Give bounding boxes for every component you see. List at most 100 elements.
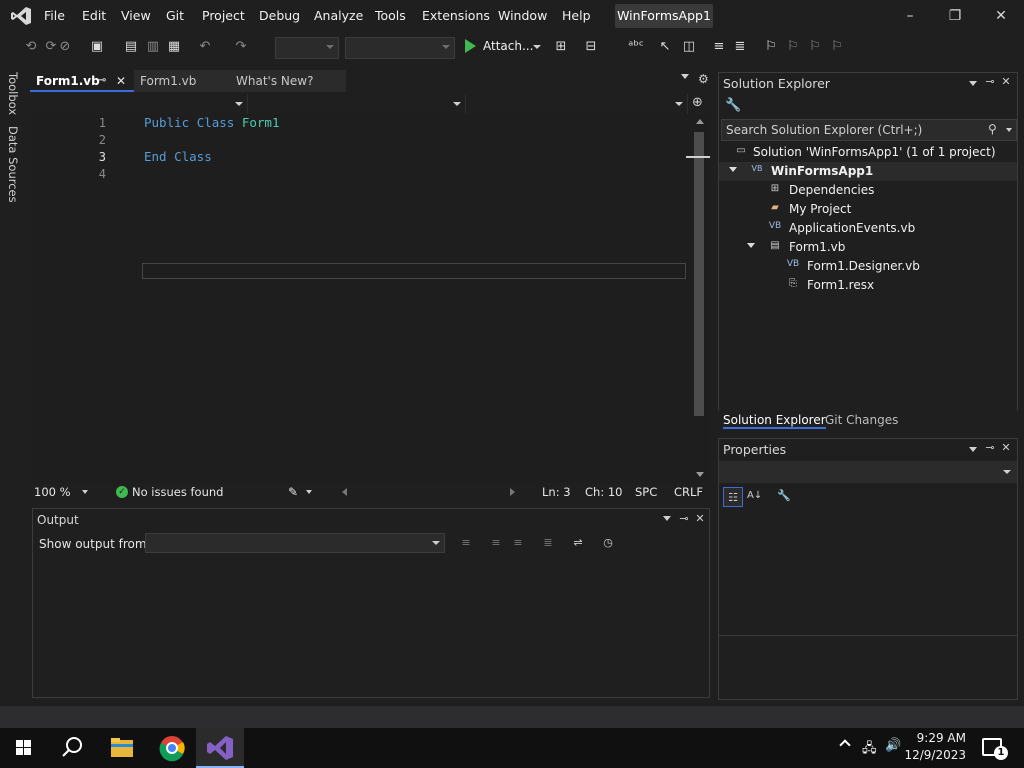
undo-icon[interactable]: ↶ [196, 38, 214, 56]
chevron-down-icon[interactable] [432, 541, 440, 545]
taskbar-visual-studio[interactable] [196, 728, 244, 768]
chevron-down-icon[interactable] [533, 45, 541, 49]
tab-solution-explorer[interactable]: Solution Explorer [723, 413, 826, 429]
start-button[interactable] [0, 728, 48, 768]
find-message-icon[interactable]: ≡ [459, 536, 473, 550]
close-tab-icon[interactable]: ✕ [116, 70, 126, 92]
close-panel-icon[interactable]: ✕ [693, 512, 707, 526]
toolbox-tab[interactable]: Toolbox [6, 72, 20, 115]
prev-message-icon[interactable]: ≡ [489, 536, 503, 550]
layout-icon[interactable]: ⊟ [582, 38, 600, 56]
tree-item-form1[interactable]: ▤ Form1.vb [719, 238, 1017, 257]
visual-studio-logo-icon[interactable] [10, 6, 32, 26]
zoom-level[interactable]: 100 % [34, 485, 71, 499]
stop-icon[interactable]: ⊘ [56, 38, 74, 56]
search-options-chevron-icon[interactable] [1006, 128, 1012, 132]
tab-whats-new[interactable]: What's New? [230, 70, 346, 92]
save-icon[interactable]: ▥ [144, 38, 162, 56]
solution-search-box[interactable]: ⚲ [721, 119, 1017, 141]
property-pages-icon[interactable]: 🔧 [777, 489, 791, 503]
settings-gear-icon[interactable]: ⚙ [698, 72, 709, 86]
restore-icon[interactable]: ❐ [945, 6, 965, 26]
clock-date[interactable]: 12/9/2023 [896, 748, 966, 762]
scroll-up-icon[interactable] [696, 119, 704, 124]
cleanup-chevron-icon[interactable] [306, 490, 312, 494]
solution-name-badge[interactable]: WinFormsApp1 [615, 4, 713, 28]
scrollbar-thumb[interactable] [694, 132, 704, 416]
prev-bookmark-icon[interactable]: ⚐ [784, 38, 802, 56]
indent-icon[interactable]: ≡ [710, 38, 728, 56]
next-bookmark-icon[interactable]: ⚐ [806, 38, 824, 56]
pin-icon[interactable]: ⊸ [983, 75, 997, 89]
code-line-1[interactable]: Public Class Form1 [144, 115, 280, 130]
solution-platform-dropdown[interactable] [345, 37, 455, 59]
taskbar-file-explorer[interactable] [98, 728, 146, 768]
search-icon[interactable]: ⚲ [988, 122, 997, 136]
tab-form1-vb-preview[interactable]: Form1.vb [134, 70, 230, 92]
close-window-icon[interactable]: ✕ [991, 6, 1011, 26]
menu-help[interactable]: Help [562, 8, 591, 23]
alphabetical-sort-icon[interactable]: A↓ [747, 489, 762, 503]
timestamp-clock-icon[interactable]: ◷ [601, 536, 615, 550]
whitespace-indicator[interactable]: SPC [635, 485, 657, 499]
redo-icon[interactable]: ↷ [232, 38, 250, 56]
toggle-panel-icon[interactable]: ◫ [680, 38, 698, 56]
word-wrap-icon[interactable]: ⇌ [571, 536, 585, 550]
menu-analyze[interactable]: Analyze [314, 8, 363, 23]
pin-icon[interactable]: ⊸ [677, 512, 691, 526]
back-nav-icon[interactable]: ⟲ [22, 38, 40, 56]
scroll-right-icon[interactable] [510, 488, 515, 496]
tab-git-changes[interactable]: Git Changes [825, 413, 898, 427]
tree-item-my-project[interactable]: ▰ My Project [719, 200, 1017, 219]
spell-check-icon[interactable]: ᵃᵇᶜ [627, 38, 645, 56]
select-element-icon[interactable]: ↖ [656, 38, 674, 56]
close-panel-icon[interactable]: ✕ [999, 441, 1013, 455]
next-message-icon[interactable]: ≡ [511, 536, 525, 550]
outdent-icon[interactable]: ≣ [731, 38, 749, 56]
menu-edit[interactable]: Edit [82, 8, 106, 23]
menu-window[interactable]: Window [498, 8, 547, 23]
tab-form1-vb[interactable]: Form1.vb ⊸ ✕ [30, 70, 134, 92]
expand-chevron-icon[interactable] [747, 243, 755, 248]
scroll-left-icon[interactable] [342, 488, 347, 496]
categorized-icon[interactable]: ☷ [723, 487, 743, 507]
project-scope-dropdown[interactable] [32, 94, 248, 114]
menu-file[interactable]: File [44, 8, 65, 23]
menu-extensions[interactable]: Extensions [422, 8, 490, 23]
menu-view[interactable]: View [121, 8, 151, 23]
expand-chevron-icon[interactable] [729, 167, 737, 172]
show-hidden-icons-chevron-icon[interactable] [839, 739, 851, 751]
member-scope-dropdown[interactable] [466, 94, 688, 114]
open-folder-icon[interactable]: ▤ [122, 38, 140, 56]
tab-list-chevron-icon[interactable] [681, 74, 689, 79]
properties-object-select[interactable] [719, 461, 1017, 483]
browse-icon[interactable]: ⊞ [552, 38, 570, 56]
clear-bookmarks-icon[interactable]: ⚐ [828, 38, 846, 56]
column-indicator[interactable]: Ch: 10 [585, 485, 622, 499]
menu-git[interactable]: Git [166, 8, 184, 23]
new-project-icon[interactable]: ▣ [88, 38, 106, 56]
taskbar-search-button[interactable] [48, 728, 96, 768]
menu-project[interactable]: Project [202, 8, 245, 23]
zoom-chevron-icon[interactable] [82, 490, 88, 494]
chevron-down-icon[interactable] [1003, 470, 1011, 474]
clear-all-icon[interactable]: ≣ [541, 536, 555, 550]
clock-time[interactable]: 9:29 AM [896, 731, 966, 745]
bookmark-icon[interactable]: ⚐ [762, 38, 780, 56]
tree-item-form1-resx[interactable]: ⎘ Form1.resx [719, 276, 1017, 295]
solution-configuration-dropdown[interactable] [275, 37, 339, 59]
line-ending-indicator[interactable]: CRLF [674, 485, 703, 499]
menu-tools[interactable]: Tools [375, 8, 406, 23]
split-editor-icon[interactable]: ⊕ [692, 95, 703, 110]
window-position-chevron-icon[interactable] [969, 447, 977, 452]
tree-item-application-events[interactable]: VB ApplicationEvents.vb [719, 219, 1017, 238]
close-panel-icon[interactable]: ✕ [999, 75, 1013, 89]
data-sources-tab[interactable]: Data Sources [6, 126, 20, 203]
properties-wrench-icon[interactable]: 🔧 [725, 99, 741, 113]
taskbar-chrome[interactable] [148, 728, 196, 768]
code-cleanup-icon[interactable]: ✎ [288, 485, 298, 499]
issues-status[interactable]: No issues found [132, 485, 223, 499]
pin-icon[interactable]: ⊸ [983, 441, 997, 455]
attach-debugger-button[interactable]: Attach... [463, 36, 543, 58]
search-input[interactable] [726, 123, 976, 137]
